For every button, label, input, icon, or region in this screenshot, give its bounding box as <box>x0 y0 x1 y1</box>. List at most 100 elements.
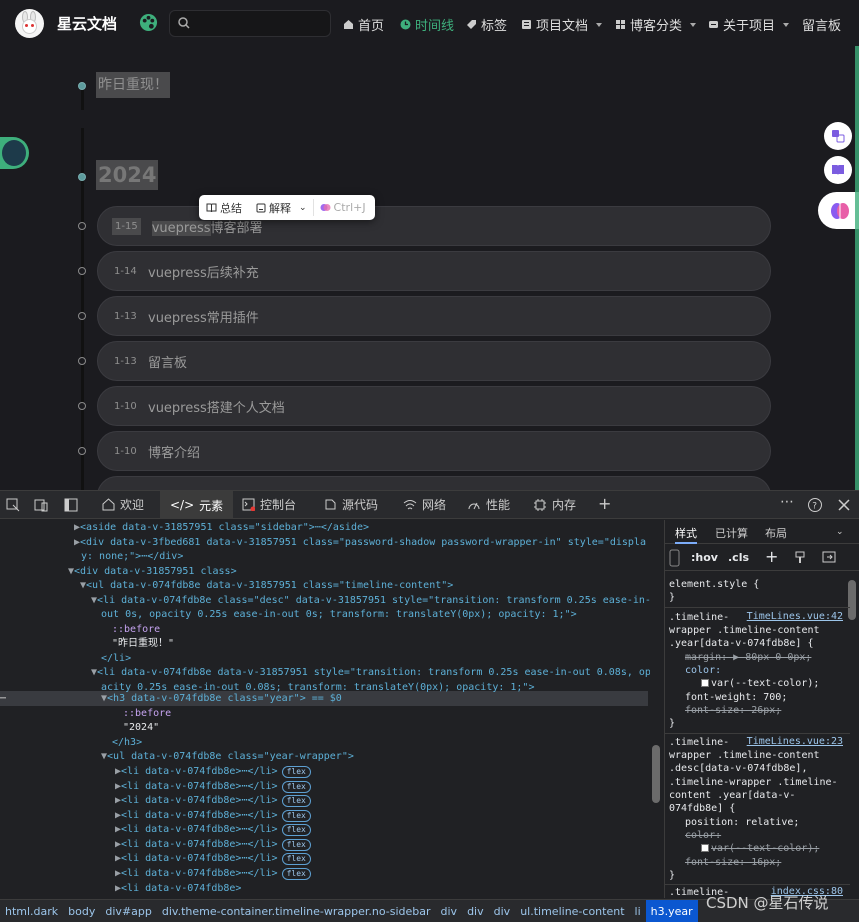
pseudo-element[interactable]: ::before <box>123 707 171 722</box>
dom-node[interactable]: ▶<li data-v-074fdb8e> <box>115 882 241 897</box>
site-title[interactable]: 星云文档 <box>57 13 117 34</box>
tab-performance[interactable]: 性能 <box>467 496 510 513</box>
breadcrumb-item[interactable]: div <box>489 900 516 922</box>
elements-scrollbar-thumb[interactable] <box>652 745 660 803</box>
rule-selector[interactable]: 074fdb8e] { <box>669 802 735 815</box>
search-input[interactable] <box>169 10 331 37</box>
post-title[interactable]: 留言板 <box>148 352 187 371</box>
sidebar-toggle-icon[interactable] <box>63 497 79 513</box>
more-options-icon[interactable]: ⋯ <box>780 494 794 510</box>
flex-badge[interactable]: flex <box>281 795 311 807</box>
dom-node[interactable]: ▶<div data-v-3fbed681 data-v-31857951 cl… <box>74 536 646 551</box>
text-node[interactable]: "昨日重现！" <box>112 637 174 652</box>
post-title[interactable]: 博客介绍 <box>148 442 200 461</box>
dom-node[interactable]: ▼<li data-v-074fdb8e class="desc" data-v… <box>91 594 651 609</box>
color-swatch[interactable] <box>701 844 709 852</box>
nav-blog-categories[interactable]: 博客分类 <box>615 15 697 34</box>
breadcrumb-item[interactable]: body <box>63 900 100 922</box>
dom-node[interactable]: ▶<li data-v-074fdb8e>⋯</li> flex <box>115 765 311 780</box>
css-property[interactable]: color: <box>685 829 721 842</box>
nav-about[interactable]: 关于项目 <box>708 15 790 34</box>
filter-icon[interactable] <box>669 549 680 567</box>
dom-node-selected[interactable]: ▼<h3 data-v-074fdb8e class="year"> == $0 <box>101 692 342 707</box>
nav-tags[interactable]: 标签 <box>466 15 507 34</box>
timeline-post[interactable]: 1-14 vuepress后续补充 <box>97 251 771 291</box>
post-title[interactable]: vuepress后续补充 <box>148 262 259 281</box>
dom-node[interactable]: ▶<li data-v-074fdb8e>⋯</li> flex <box>115 852 311 867</box>
translate-button[interactable] <box>824 122 852 150</box>
rule-selector[interactable]: .desc[data-v-074fdb8e], <box>669 762 807 775</box>
class-toggle[interactable]: .cls <box>728 551 749 564</box>
css-property[interactable]: font-weight: 700; <box>685 691 787 704</box>
post-title[interactable]: vuepress常用插件 <box>148 307 259 326</box>
tab-network[interactable]: 网络 <box>403 496 446 513</box>
close-icon[interactable] <box>836 497 852 513</box>
source-link[interactable]: TimeLines.vue:23 <box>747 736 843 747</box>
tab-memory[interactable]: 内存 <box>533 496 576 513</box>
tab-sources[interactable]: 源代码 <box>324 496 378 513</box>
rule-selector[interactable]: content .year[data-v- <box>669 789 795 802</box>
flex-badge[interactable]: flex <box>281 781 311 793</box>
css-property[interactable]: margin: ▶ 80px 0 0px; <box>685 651 811 664</box>
rule-selector[interactable]: .timeline-wrapper .timeline- <box>669 776 838 789</box>
flex-badge[interactable]: flex <box>281 824 311 836</box>
tab-welcome[interactable]: 欢迎 <box>102 496 144 513</box>
dom-node[interactable]: ▼<li data-v-074fdb8e data-v-31857951 sty… <box>91 666 651 681</box>
explain-button[interactable]: 解释 <box>269 200 291 216</box>
timeline-post[interactable]: 1-13 留言板 <box>97 341 771 381</box>
text-node[interactable]: "2024" <box>123 721 159 736</box>
css-property[interactable]: font-size: 16px; <box>685 856 781 869</box>
css-value[interactable]: var(--text-color); <box>701 677 819 690</box>
flex-badge[interactable]: flex <box>281 868 311 880</box>
tab-elements[interactable]: </> 元素 <box>160 491 234 519</box>
css-property[interactable]: position: relative; <box>685 816 799 829</box>
chevron-down-icon[interactable]: ⌄ <box>299 203 307 213</box>
tab-styles[interactable]: 样式 <box>675 525 697 544</box>
css-property[interactable]: color: <box>685 664 721 677</box>
dom-node[interactable]: ▼<ul data-v-074fdb8e class="year-wrapper… <box>101 750 354 765</box>
dom-node[interactable]: ▶<li data-v-074fdb8e>⋯</li> flex <box>115 838 311 853</box>
tab-console[interactable]: 控制台 <box>242 496 296 513</box>
timeline-post[interactable]: 1-13 vuepress常用插件 <box>97 296 771 336</box>
dom-node[interactable]: ▶<li data-v-074fdb8e>⋯</li> flex <box>115 794 311 809</box>
source-link[interactable]: TimeLines.vue:42 <box>747 611 843 622</box>
dom-node[interactable]: ▶<li data-v-074fdb8e>⋯</li> flex <box>115 780 311 795</box>
sidebar-toggle-icon[interactable] <box>822 551 836 563</box>
breadcrumb-item[interactable]: div.theme-container.timeline-wrapper.no-… <box>157 900 436 922</box>
breadcrumb-item[interactable]: li <box>630 900 646 922</box>
help-icon[interactable]: ? <box>807 497 823 513</box>
nav-home[interactable]: 首页 <box>343 15 384 34</box>
post-title[interactable]: vuepress搭建个人文档 <box>148 397 285 416</box>
rule-selector[interactable]: .year[data-v-074fdb8e] { <box>669 637 814 650</box>
reader-button[interactable] <box>824 156 852 184</box>
rule-selector[interactable]: wrapper .timeline-content <box>669 624 820 637</box>
timeline-post[interactable] <box>97 476 771 490</box>
palette-icon[interactable] <box>139 13 158 32</box>
tab-computed[interactable]: 已计算 <box>715 525 748 541</box>
tab-layout[interactable]: 布局 <box>765 525 787 541</box>
add-rule-icon[interactable]: + <box>765 547 778 566</box>
nav-timeline[interactable]: 时间线 <box>400 15 454 34</box>
breadcrumb-item[interactable]: div#app <box>100 900 156 922</box>
timeline-post[interactable]: 1-10 vuepress搭建个人文档 <box>97 386 771 426</box>
dom-node[interactable]: ▶<li data-v-074fdb8e>⋯</li> flex <box>115 867 311 882</box>
chevron-down-icon[interactable]: ⌄ <box>836 527 844 537</box>
ai-assistant-button[interactable] <box>818 192 859 229</box>
dom-node[interactable]: ▶<aside data-v-31857951 class="sidebar">… <box>74 521 369 536</box>
elements-scrollbar[interactable] <box>650 520 664 898</box>
pseudo-element[interactable]: ::before <box>112 623 160 638</box>
dom-node[interactable]: ▼<ul data-v-074fdb8e data-v-31857951 cla… <box>80 579 453 594</box>
breadcrumb-item[interactable]: html.dark <box>0 900 63 922</box>
paint-icon[interactable] <box>795 551 805 564</box>
timeline-post[interactable]: 1-10 博客介绍 <box>97 431 771 471</box>
nav-guestbook[interactable]: 留言板 <box>802 15 841 34</box>
more-options-icon[interactable]: ⋯ <box>0 692 6 707</box>
flex-badge[interactable]: flex <box>281 839 311 851</box>
styles-scrollbar-thumb[interactable] <box>848 580 856 620</box>
inspect-icon[interactable] <box>5 497 21 513</box>
flex-badge[interactable]: flex <box>281 853 311 865</box>
nav-project-docs[interactable]: 项目文档 <box>521 15 603 34</box>
site-logo[interactable] <box>15 9 44 38</box>
summary-button[interactable]: 总结 <box>220 200 242 216</box>
hover-state-toggle[interactable]: :hov <box>691 551 718 564</box>
